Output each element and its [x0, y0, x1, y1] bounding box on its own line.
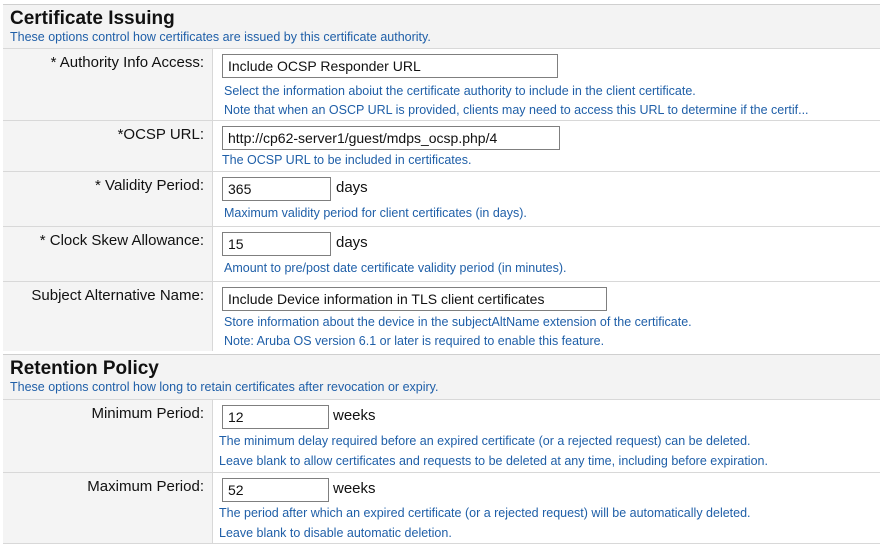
- authority-info-access-select[interactable]: Include OCSP Responder URL: [222, 54, 558, 78]
- validity-period-row: * Validity Period: 365 days Maximum vali…: [3, 171, 880, 226]
- minimum-period-hint: The minimum delay required before an exp…: [219, 434, 751, 448]
- label-cell: * Clock Skew Allowance:: [3, 227, 213, 281]
- label-cell: *OCSP URL:: [3, 121, 213, 171]
- maximum-period-input[interactable]: 52: [222, 478, 329, 502]
- minimum-period-note: Leave blank to allow certificates and re…: [219, 454, 768, 468]
- subject-alt-name-hint: Store information about the device in th…: [224, 315, 692, 329]
- section-title: Certificate Issuing: [10, 8, 175, 29]
- label-cell: Maximum Period:: [3, 473, 213, 543]
- minimum-period-row: Minimum Period: 12 weeks The minimum del…: [3, 399, 880, 472]
- subject-alt-name-row: Subject Alternative Name: Include Device…: [3, 281, 880, 351]
- validity-period-hint: Maximum validity period for client certi…: [224, 206, 527, 220]
- subject-alt-name-select[interactable]: Include Device information in TLS client…: [222, 287, 607, 311]
- validity-period-label: * Validity Period:: [95, 177, 204, 194]
- section-title: Retention Policy: [10, 358, 159, 379]
- clock-skew-row: * Clock Skew Allowance: 15 days Amount t…: [3, 226, 880, 281]
- validity-period-unit: days: [336, 179, 368, 196]
- label-cell: Subject Alternative Name:: [3, 282, 213, 351]
- maximum-period-label: Maximum Period:: [87, 478, 204, 495]
- maximum-period-hint: The period after which an expired certif…: [219, 506, 751, 520]
- label-cell: * Validity Period:: [3, 172, 213, 226]
- minimum-period-unit: weeks: [333, 407, 376, 424]
- subject-alt-name-note: Note: Aruba OS version 6.1 or later is r…: [224, 334, 605, 348]
- validity-period-input[interactable]: 365: [222, 177, 331, 201]
- certificate-issuing-header: Certificate Issuing These options contro…: [3, 4, 880, 48]
- retention-policy-header: Retention Policy These options control h…: [3, 354, 880, 399]
- section-description: These options control how long to retain…: [10, 380, 439, 394]
- authority-info-access-label: * Authority Info Access:: [50, 54, 204, 71]
- clock-skew-hint: Amount to pre/post date certificate vali…: [224, 261, 567, 275]
- maximum-period-row: Maximum Period: 52 weeks The period afte…: [3, 472, 880, 544]
- section-description: These options control how certificates a…: [10, 30, 431, 44]
- ocsp-url-input[interactable]: http://cp62-server1/guest/mdps_ocsp.php/…: [222, 126, 560, 150]
- minimum-period-input[interactable]: 12: [222, 405, 329, 429]
- ocsp-url-label: *OCSP URL:: [117, 126, 204, 143]
- authority-info-access-hint: Select the information aboiut the certif…: [224, 84, 696, 98]
- minimum-period-label: Minimum Period:: [91, 405, 204, 422]
- ocsp-url-hint: The OCSP URL to be included in certifica…: [222, 153, 472, 167]
- label-cell: * Authority Info Access:: [3, 49, 213, 120]
- authority-info-access-note: Note that when an OSCP URL is provided, …: [224, 103, 809, 117]
- label-cell: Minimum Period:: [3, 400, 213, 472]
- subject-alt-name-label: Subject Alternative Name:: [31, 287, 204, 304]
- maximum-period-unit: weeks: [333, 480, 376, 497]
- ocsp-url-row: *OCSP URL: http://cp62-server1/guest/mdp…: [3, 120, 880, 171]
- clock-skew-input[interactable]: 15: [222, 232, 331, 256]
- clock-skew-unit: days: [336, 234, 368, 251]
- authority-info-access-row: * Authority Info Access: Include OCSP Re…: [3, 48, 880, 120]
- maximum-period-note: Leave blank to disable automatic deletio…: [219, 526, 452, 540]
- clock-skew-label: * Clock Skew Allowance:: [39, 232, 204, 249]
